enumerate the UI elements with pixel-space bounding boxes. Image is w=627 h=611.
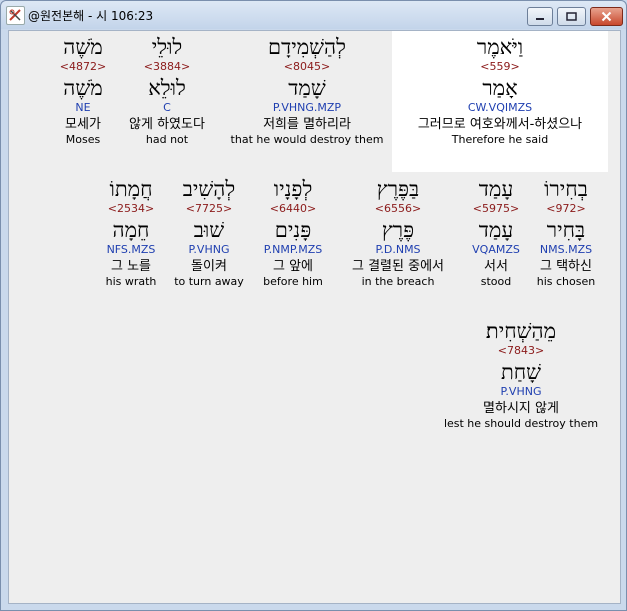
korean-gloss: 돌이켜 (191, 259, 227, 274)
korean-gloss: 저희를 멸하리라 (263, 117, 351, 132)
korean-gloss: 그 앞에 (272, 259, 314, 274)
english-gloss: that he would destroy them (230, 133, 384, 146)
hebrew-lemma: אָמַר (482, 76, 518, 100)
morphology-code: P.VHNG (188, 243, 230, 256)
english-gloss: his wrath (105, 275, 157, 288)
hebrew-lemma: עָמַד (478, 218, 514, 242)
hebrew-lemma: שָׁחַת (500, 360, 542, 384)
morphology-code: VQAMZS (472, 243, 520, 256)
strong-number[interactable]: <6440> (263, 202, 323, 216)
hebrew-lemma: לוּלֵא (148, 76, 186, 100)
word-block[interactable]: מֵהַשְׁחִית׃ <7843> שָׁחַת P.VHNG 멸하시지 않… (444, 319, 598, 431)
maximize-icon (566, 11, 577, 21)
word-block[interactable]: לְהָשִׁיב <7725> שׁוּב P.VHNG 돌이켜 to tur… (174, 177, 244, 289)
morphology-code: NFS.MZS (106, 243, 156, 256)
morphology-code: NMS.MZS (539, 243, 593, 256)
morphology-code: P.NMP.MZS (263, 243, 323, 256)
app-window: @원전본해 - 시 106:23 וַיֹּאמֶר <559> אָמַר C… (0, 0, 627, 611)
hebrew-word: לְפָנָיו (273, 177, 313, 201)
hebrew-lemma: שָׁמַד (288, 76, 326, 100)
strong-number[interactable]: <559> (392, 60, 608, 74)
hebrew-word: מֵהַשְׁחִית׃ (485, 319, 557, 343)
strong-number[interactable]: <7725> (174, 202, 244, 216)
morphology-code: P.D.NMS (375, 243, 421, 256)
korean-gloss: 그 택하신 (540, 259, 592, 274)
minimize-icon (536, 17, 544, 20)
english-gloss: lest he should destroy them (443, 417, 599, 430)
morphology-code: CW.VQIMZS (467, 101, 533, 114)
word-block[interactable]: וַיֹּאמֶר <559> אָמַר CW.VQIMZS 그러므로 여호와… (392, 31, 608, 172)
hebrew-word: לְהָשִׁיב (182, 177, 236, 201)
strong-number[interactable]: <972> (537, 202, 595, 216)
word-block[interactable]: לְהַשְׁמִידָם <8045> שָׁמַד P.VHNG.MZP 저… (231, 35, 384, 147)
strong-number[interactable]: <3884> (129, 60, 205, 74)
hebrew-lemma: מֹשֶׁה (63, 76, 103, 100)
strong-number[interactable]: <5975> (472, 202, 520, 216)
english-gloss: had not (145, 133, 189, 146)
hebrew-word: מֹשֶׁה (63, 35, 103, 59)
strong-number[interactable]: <8045> (231, 60, 384, 74)
hebrew-word: בְחִירוֹ (544, 177, 588, 201)
verse-panel: וַיֹּאמֶר <559> אָמַר CW.VQIMZS 그러므로 여호와… (8, 30, 621, 604)
hebrew-word: עָמַד (478, 177, 514, 201)
hebrew-lemma: בָּחִיר (546, 218, 586, 242)
word-block[interactable]: מֹשֶׁה <4872> מֹשֶׁה NE 모세가 Moses (60, 35, 106, 147)
korean-gloss: 멸하시지 않게 (483, 401, 559, 416)
morphology-code: P.VHNG (500, 385, 542, 398)
close-icon (601, 11, 612, 22)
maximize-button[interactable] (557, 7, 586, 26)
morphology-code: P.VHNG.MZP (272, 101, 342, 114)
strong-number[interactable]: <6556> (352, 202, 444, 216)
minimize-button[interactable] (527, 7, 553, 26)
hebrew-lemma: פָּנִים (274, 218, 312, 242)
english-gloss: to turn away (174, 275, 244, 288)
window-title: @원전본해 - 시 106:23 (28, 9, 154, 23)
english-gloss: Therefore he said (451, 133, 549, 146)
title-bar[interactable]: @원전본해 - 시 106:23 (1, 1, 626, 29)
english-gloss: Moses (65, 133, 101, 146)
korean-gloss: 않게 하였도다 (129, 117, 205, 132)
hebrew-word: וַיֹּאמֶר (476, 35, 524, 59)
korean-gloss: 그러므로 여호와께서-하셨으나 (417, 117, 583, 132)
english-gloss: in the breach (361, 275, 435, 288)
word-block[interactable]: עָמַד <5975> עָמַד VQAMZS 서서 stood (472, 177, 520, 289)
hebrew-word: לוּלֵי (151, 35, 183, 59)
hebrew-word: בַּפֶּרֶץ (376, 177, 420, 201)
morphology-code: C (163, 101, 171, 114)
strong-number[interactable]: <7843> (444, 344, 598, 358)
hebrew-lemma: שׁוּב (193, 218, 225, 242)
korean-gloss: 서서 (484, 259, 508, 274)
morphology-code: NE (75, 101, 91, 114)
word-block[interactable]: בַּפֶּרֶץ <6556> פֶּרֶץ P.D.NMS 그 결렬된 중에… (352, 177, 444, 289)
hebrew-lemma: פֶּרֶץ (381, 218, 415, 242)
close-button[interactable] (590, 7, 623, 26)
english-gloss: his chosen (536, 275, 596, 288)
word-block[interactable]: לְפָנָיו <6440> פָּנִים P.NMP.MZS 그 앞에 b… (263, 177, 323, 289)
korean-gloss: 모세가 (65, 117, 101, 132)
strong-number[interactable]: <2534> (106, 202, 157, 216)
hebrew-lemma: חֵמָה (112, 218, 150, 242)
english-gloss: stood (480, 275, 512, 288)
word-block[interactable]: לוּלֵי <3884> לוּלֵא C 않게 하였도다 had not (129, 35, 205, 147)
hebrew-word: לְהַשְׁמִידָם (268, 35, 346, 59)
hebrew-word: חֲמָתוֹ (109, 177, 153, 201)
strong-number[interactable]: <4872> (60, 60, 106, 74)
app-icon[interactable] (6, 6, 25, 25)
korean-gloss: 그 노를 (110, 259, 151, 274)
word-block[interactable]: בְחִירוֹ <972> בָּחִיר NMS.MZS 그 택하신 his… (537, 177, 595, 289)
english-gloss: before him (263, 275, 323, 288)
korean-gloss: 그 결렬된 중에서 (352, 259, 444, 274)
word-block[interactable]: חֲמָתוֹ <2534> חֵמָה NFS.MZS 그 노를 his wr… (106, 177, 157, 289)
